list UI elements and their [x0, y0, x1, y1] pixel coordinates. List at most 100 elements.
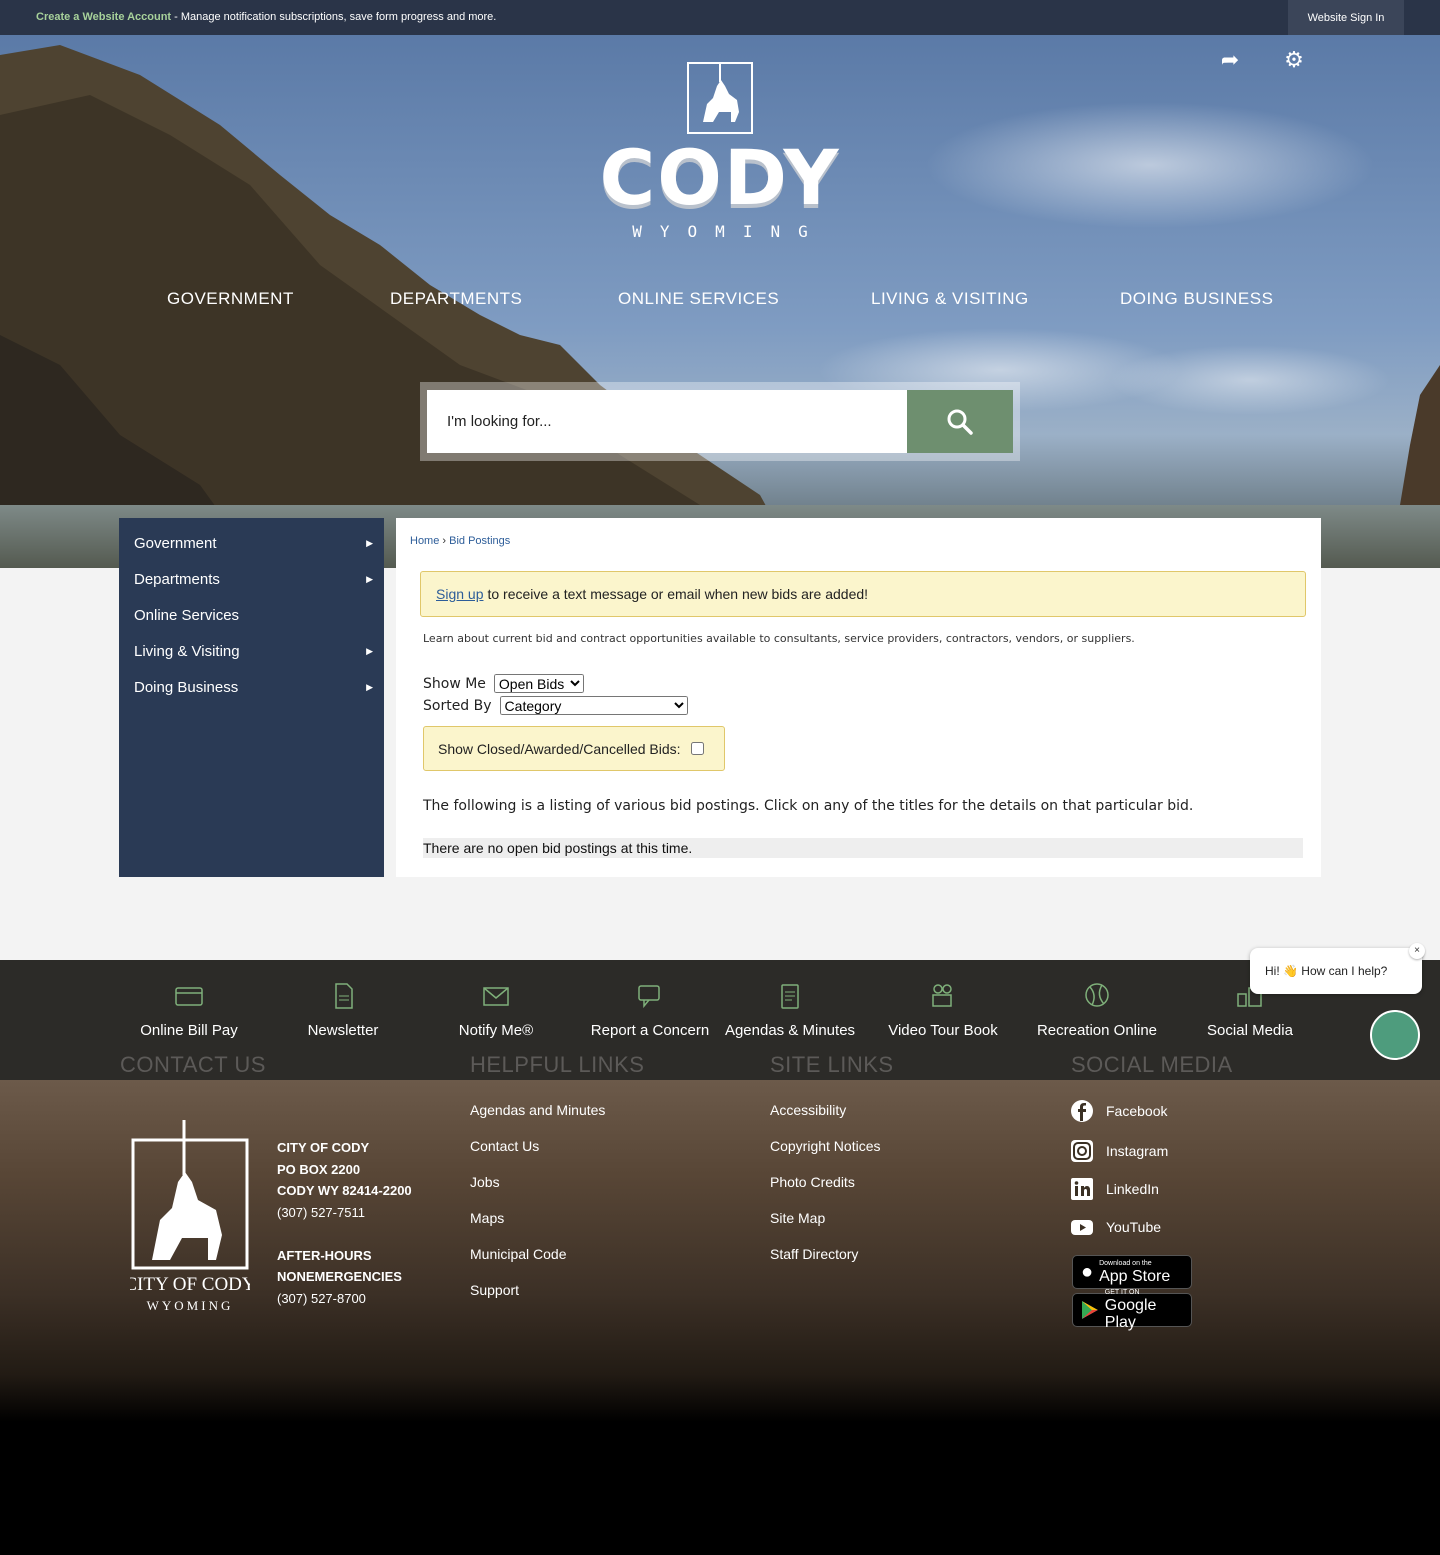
nav-government[interactable]: GOVERNMENT [167, 289, 294, 309]
helpful-link[interactable]: Contact Us [470, 1138, 539, 1154]
closed-bids-label: Show Closed/Awarded/Cancelled Bids: [438, 740, 681, 757]
gear-icon[interactable]: ⚙ [1281, 47, 1307, 73]
logo-title: CODY [599, 133, 841, 222]
sidebar-item-label: Doing Business [134, 678, 239, 696]
quick-link-online-bill-pay[interactable]: Online Bill Pay [114, 982, 264, 1041]
sidebar-item-doing-business[interactable]: Doing Business ▶ [119, 669, 384, 705]
city-logo-subtext: WYOMING [147, 1298, 234, 1313]
quick-link-agendas[interactable]: Agendas & Minutes [715, 982, 865, 1041]
envelope-icon [483, 987, 509, 1006]
site-link[interactable]: Copyright Notices [770, 1138, 881, 1154]
quick-link-label: Recreation Online [1036, 1022, 1158, 1039]
top-bar: Create a Website Account - Manage notifi… [0, 0, 1440, 35]
share-icon[interactable]: ➦ [1217, 47, 1243, 73]
side-nav: Government ▶ Departments ▶ Online Services… [119, 518, 384, 877]
social-label: Facebook [1106, 1103, 1168, 1119]
sorted-by-label: Sorted By [423, 697, 492, 714]
quick-link-video-tour[interactable]: Video Tour Book [868, 982, 1018, 1041]
after-hours-phone: (307) 527-8700 [277, 1290, 366, 1306]
site-link[interactable]: Photo Credits [770, 1174, 855, 1190]
sidebar-item-living-visiting[interactable]: Living & Visiting ▶ [119, 633, 384, 669]
google-play-big: Google Play [1104, 1297, 1157, 1331]
cody-logo[interactable]: CODY WYOMING [598, 50, 842, 241]
horse-rider-icon [687, 62, 753, 134]
address-line: PO BOX 2200 [277, 1161, 361, 1177]
video-camera-icon [932, 984, 952, 1007]
social-label: LinkedIn [1106, 1181, 1159, 1197]
breadcrumb-home[interactable]: Home [410, 535, 439, 547]
account-message: Create a Website Account - Manage notifi… [36, 11, 496, 23]
credit-card-icon [175, 987, 203, 1006]
google-play-small: GET IT ON [1104, 1289, 1140, 1296]
expand-arrow-icon: ▶ [366, 681, 373, 692]
create-account-link[interactable]: Create a Website Account [36, 11, 171, 23]
phone-number: (307) 527-7511 [277, 1204, 365, 1220]
account-message-text: - Manage notification subscriptions, sav… [171, 11, 497, 23]
quick-link-notify-me[interactable]: Notify Me® [421, 982, 571, 1041]
sidebar-item-government[interactable]: Government ▶ [119, 525, 384, 561]
helpful-link[interactable]: Support [470, 1282, 519, 1298]
site-link[interactable]: Site Map [770, 1210, 825, 1226]
search-input[interactable] [427, 390, 907, 453]
quick-link-label: Social Media [1207, 1022, 1293, 1039]
social-label: YouTube [1106, 1219, 1162, 1235]
helpful-link[interactable]: Maps [470, 1210, 504, 1226]
closed-bids-checkbox[interactable] [690, 742, 704, 755]
social-facebook[interactable]: Facebook [1070, 1099, 1167, 1123]
nav-doing-business[interactable]: DOING BUSINESS [1120, 289, 1273, 309]
nav-departments[interactable]: DEPARTMENTS [390, 289, 522, 309]
social-label: Instagram [1106, 1143, 1169, 1159]
document-icon [335, 983, 353, 1009]
no-bids-message: There are no open bid postings at this t… [423, 838, 1303, 858]
header-tools: ➦ ⚙ [1217, 47, 1307, 73]
breadcrumb-separator: › [439, 535, 450, 547]
sidebar-item-online-services[interactable]: Online Services [119, 597, 384, 633]
main-nav: GOVERNMENT DEPARTMENTS ONLINE SERVICES L… [0, 289, 1440, 313]
helpful-link[interactable]: Agendas and Minutes [470, 1102, 605, 1118]
expand-arrow-icon: ▶ [366, 537, 373, 548]
address-line: CITY OF CODY [277, 1140, 370, 1155]
breadcrumb: Home › Bid Postings [410, 535, 510, 547]
clipboard-icon [781, 984, 799, 1009]
instagram-icon [1071, 1140, 1093, 1162]
nav-living-visiting[interactable]: LIVING & VISITING [871, 289, 1029, 309]
sorted-by-select[interactable]: Category [499, 696, 688, 715]
helpful-link[interactable]: Municipal Code [470, 1246, 567, 1262]
city-of-cody-logo[interactable]: CITY OF CODY WYOMING [124, 1120, 256, 1315]
ball-icon [1085, 983, 1109, 1007]
listing-description: The following is a listing of various bi… [423, 798, 1194, 814]
sign-in-button[interactable]: Website Sign In [1288, 0, 1404, 35]
signup-link[interactable]: Sign up [436, 586, 483, 602]
chat-bubble[interactable]: Hi! 👋 How can I help? [1250, 948, 1422, 994]
sidebar-item-departments[interactable]: Departments ▶ [119, 561, 384, 597]
notice-text: to receive a text message or email when … [487, 586, 869, 602]
apple-icon: ● [1081, 1260, 1094, 1283]
quick-link-label: Notify Me® [458, 1022, 534, 1039]
signup-notice: Sign up to receive a text message or emai… [420, 571, 1306, 617]
closed-bids-toggle: Show Closed/Awarded/Cancelled Bids: [423, 726, 725, 771]
contact-heading: CONTACT US [120, 1052, 266, 1077]
city-seal-icon: CITY OF CODY WYOMING [124, 1120, 256, 1313]
show-me-label: Show Me [423, 675, 486, 692]
show-me-filter: Show Me Open Bids [423, 674, 584, 693]
sidebar-item-label: Living & Visiting [134, 642, 240, 660]
google-play-badge[interactable]: GET IT ON Google Play [1072, 1289, 1192, 1331]
quick-link-recreation[interactable]: Recreation Online [1022, 982, 1172, 1041]
social-linkedin[interactable]: LinkedIn [1070, 1177, 1159, 1201]
quick-link-report-concern[interactable]: Report a Concern [575, 982, 725, 1041]
search-button[interactable] [907, 390, 1013, 453]
quick-link-newsletter[interactable]: Newsletter [268, 982, 418, 1041]
app-store-badge[interactable]: ● Download on the App Store [1072, 1255, 1192, 1289]
site-link[interactable]: Staff Directory [770, 1246, 858, 1262]
social-instagram[interactable]: Instagram [1070, 1139, 1168, 1163]
breadcrumb-current[interactable]: Bid Postings [449, 535, 510, 547]
helpful-link[interactable]: Jobs [470, 1174, 500, 1190]
site-link[interactable]: Accessibility [770, 1102, 846, 1118]
app-store-small: Download on the [1099, 1259, 1152, 1267]
nav-online-services[interactable]: ONLINE SERVICES [618, 289, 779, 309]
social-youtube[interactable]: YouTube [1070, 1215, 1161, 1239]
show-me-select[interactable]: Open Bids [493, 674, 584, 693]
chat-avatar-icon[interactable] [1370, 1010, 1420, 1060]
address-line: CODY WY 82414-2200 [277, 1183, 412, 1198]
close-icon[interactable]: × [1409, 943, 1425, 959]
